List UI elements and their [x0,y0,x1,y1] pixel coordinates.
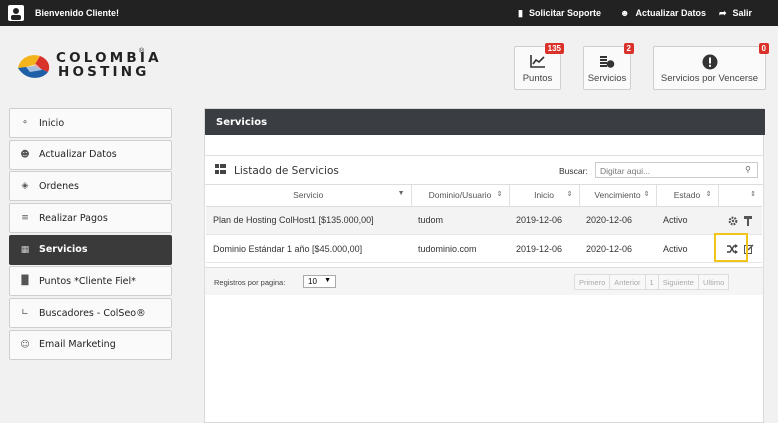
alert-icon [702,54,718,73]
table-row: Plan de Hosting ColHost1 [$135.000,00] t… [206,206,762,235]
user-icon [8,5,24,21]
chat-icon: ▮ [518,7,523,18]
sidebar: ⚬ Inicio ☻ Actualizar Datos ◈ Ordenes ≡ Real… [9,108,172,362]
services-stat-button[interactable]: Servicios 2 [583,43,634,90]
table-footer: Registros por pagina: 10 ▼ Primero Anter… [205,267,763,295]
panel-title: Listado de Servicios [215,164,339,177]
user-icon: ☻ [620,7,630,18]
search-input[interactable]: Digitar aqui... [595,162,758,178]
column-estado[interactable]: Estado ⇕ [656,185,719,207]
sidebar-item-puntos[interactable]: █ Puntos *Cliente Fiel* [9,266,172,297]
action-highlight-box [714,233,748,262]
pager-last-button[interactable]: Ultimo [697,274,730,290]
welcome-text: Bienvenido Cliente! [35,8,120,18]
search-icon: ⚲ [745,165,751,174]
wrench-icon[interactable] [744,207,752,234]
support-link[interactable]: ▮ Solicitar Soporte [518,8,601,18]
sidebar-item-servicios[interactable]: ▦ Servicios [9,234,172,265]
sort-desc-icon: ▼ [397,190,405,197]
sort-icon: ⇕ [705,191,712,198]
tag-icon: ◈ [21,181,29,192]
points-badge: 135 [544,43,564,54]
logo-wordmark: COLOMBIA HOSTING [56,50,162,80]
pager-page-1-button[interactable]: 1 [644,274,659,290]
update-data-link[interactable]: ☻ Actualizar Datos [620,8,706,18]
grid-icon [215,164,226,177]
expiring-services-stat-button[interactable]: Servicios por Vencerse 0 [653,43,769,90]
services-panel: Listado de Servicios Buscar: Digitar aqu… [204,155,764,295]
per-page-select[interactable]: 10 ▼ [303,275,336,288]
sort-icon: ⇕ [496,191,503,198]
user-icon: ☻ [20,149,30,160]
page-title: Servicios [205,109,765,135]
top-bar: Bienvenido Cliente! ▮ Solicitar Soporte … [0,0,778,26]
sort-icon: ⇕ [566,191,573,198]
gear-icon[interactable] [728,207,738,234]
pagination: Primero Anterior 1 Siguiente Ultimo [574,274,730,290]
sidebar-item-inicio[interactable]: ⚬ Inicio [9,108,172,138]
column-dominio[interactable]: Dominio/Usuario ⇕ [411,185,510,207]
sidebar-item-buscadores[interactable]: ∟ Buscadores - ColSeo® [9,298,172,329]
sort-icon: ⇕ [750,191,756,198]
chart-icon [529,54,546,71]
logout-link[interactable]: ➦ Salir [719,8,752,18]
sidebar-item-email-marketing[interactable]: ☺ Email Marketing [9,329,172,360]
coins-icon: ≡ [21,213,29,224]
panel-header: Listado de Servicios Buscar: Digitar aqu… [205,156,763,185]
chevron-down-icon: ▼ [324,277,331,284]
sidebar-item-actualizar-datos[interactable]: ☻ Actualizar Datos [9,139,172,170]
pager-first-button[interactable]: Primero [574,274,611,290]
column-inicio[interactable]: Inicio ⇕ [509,185,580,207]
table-row: Dominio Estándar 1 año [$45.000,00] tudo… [206,234,762,263]
logo-mark [16,50,52,85]
chart-icon: ∟ [21,308,29,319]
services-table: Servicio ▼ Dominio/Usuario ⇕ Inicio ⇕ Venci… [206,185,762,263]
pager-next-button[interactable]: Siguiente [657,274,699,290]
share-icon: ➦ [719,7,727,18]
services-badge: 2 [623,43,634,54]
expiring-badge: 0 [758,43,769,54]
sidebar-item-realizar-pagos[interactable]: ≡ Realizar Pagos [9,203,172,234]
per-page-label: Registros por pagina: [214,278,286,287]
home-icon: ⚬ [21,118,29,128]
column-vencimiento[interactable]: Vencimiento ⇕ [579,185,657,207]
sort-icon: ⇕ [643,191,650,198]
column-actions[interactable]: ⇕ [718,185,762,207]
column-servicio[interactable]: Servicio ▼ [206,185,412,207]
coins-icon [599,54,615,72]
gift-icon: █ [21,276,29,287]
users-icon: ☺ [20,339,30,350]
pager-prev-button[interactable]: Anterior [609,274,646,290]
points-stat-button[interactable]: Puntos 135 [514,43,564,90]
search-label: Buscar: [559,166,588,176]
sidebar-item-ordenes[interactable]: ◈ Ordenes [9,171,172,202]
grid-icon: ▦ [20,244,30,255]
